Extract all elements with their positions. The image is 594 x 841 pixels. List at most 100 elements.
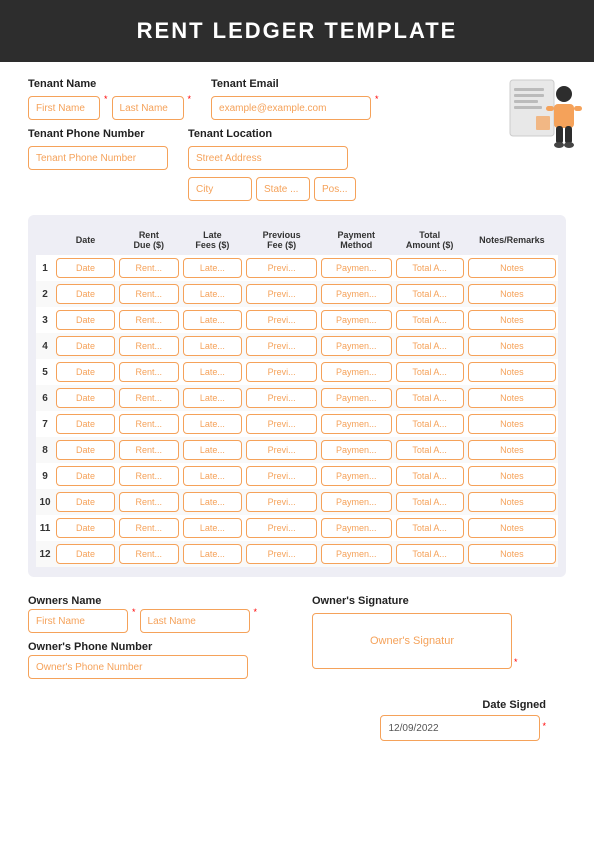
prev-input[interactable] [246, 518, 317, 538]
payment-input[interactable] [321, 258, 391, 278]
payment-input[interactable] [321, 544, 391, 564]
late-input[interactable] [183, 466, 243, 486]
date-input[interactable] [56, 544, 115, 564]
rent-input[interactable] [119, 388, 178, 408]
late-input[interactable] [183, 544, 243, 564]
rent-input[interactable] [119, 336, 178, 356]
payment-input[interactable] [321, 284, 391, 304]
notes-input[interactable] [468, 544, 556, 564]
total-input[interactable] [396, 388, 464, 408]
payment-input[interactable] [321, 362, 391, 382]
cell-date [54, 515, 117, 541]
notes-input[interactable] [468, 310, 556, 330]
date-input[interactable] [56, 284, 115, 304]
tenant-email-input[interactable] [211, 96, 371, 120]
date-input[interactable] [56, 258, 115, 278]
prev-input[interactable] [246, 440, 317, 460]
prev-input[interactable] [246, 414, 317, 434]
total-input[interactable] [396, 336, 464, 356]
owner-phone-input[interactable] [28, 655, 248, 679]
notes-input[interactable] [468, 518, 556, 538]
notes-input[interactable] [468, 336, 556, 356]
payment-input[interactable] [321, 310, 391, 330]
total-input[interactable] [396, 466, 464, 486]
late-input[interactable] [183, 492, 243, 512]
date-input[interactable] [56, 310, 115, 330]
prev-input[interactable] [246, 466, 317, 486]
table-row: 7 [36, 411, 558, 437]
late-input[interactable] [183, 336, 243, 356]
rent-input[interactable] [119, 362, 178, 382]
late-input[interactable] [183, 388, 243, 408]
payment-input[interactable] [321, 440, 391, 460]
prev-input[interactable] [246, 544, 317, 564]
rent-input[interactable] [119, 310, 178, 330]
total-input[interactable] [396, 310, 464, 330]
total-input[interactable] [396, 518, 464, 538]
tenant-city-input[interactable] [188, 177, 252, 201]
payment-input[interactable] [321, 518, 391, 538]
notes-input[interactable] [468, 492, 556, 512]
date-input[interactable] [56, 440, 115, 460]
notes-input[interactable] [468, 440, 556, 460]
payment-input[interactable] [321, 466, 391, 486]
date-input[interactable] [56, 336, 115, 356]
prev-input[interactable] [246, 388, 317, 408]
total-input[interactable] [396, 440, 464, 460]
total-input[interactable] [396, 544, 464, 564]
notes-input[interactable] [468, 258, 556, 278]
date-signed-input[interactable] [380, 715, 540, 741]
late-input[interactable] [183, 284, 243, 304]
email-required: * [375, 94, 379, 118]
late-input[interactable] [183, 362, 243, 382]
tenant-phone-input[interactable] [28, 146, 168, 170]
date-input[interactable] [56, 414, 115, 434]
rent-input[interactable] [119, 466, 178, 486]
prev-input[interactable] [246, 284, 317, 304]
date-input[interactable] [56, 388, 115, 408]
notes-input[interactable] [468, 284, 556, 304]
owner-last-name-input[interactable] [140, 609, 250, 633]
total-input[interactable] [396, 284, 464, 304]
prev-input[interactable] [246, 362, 317, 382]
date-input[interactable] [56, 466, 115, 486]
tenant-state-input[interactable] [256, 177, 310, 201]
total-input[interactable] [396, 492, 464, 512]
late-input[interactable] [183, 440, 243, 460]
prev-input[interactable] [246, 336, 317, 356]
prev-input[interactable] [246, 310, 317, 330]
late-input[interactable] [183, 414, 243, 434]
tenant-postal-input[interactable] [314, 177, 356, 201]
notes-input[interactable] [468, 362, 556, 382]
owner-first-name-input[interactable] [28, 609, 128, 633]
notes-input[interactable] [468, 414, 556, 434]
tenant-first-name-input[interactable] [28, 96, 100, 120]
payment-input[interactable] [321, 492, 391, 512]
date-input[interactable] [56, 492, 115, 512]
total-input[interactable] [396, 414, 464, 434]
payment-input[interactable] [321, 414, 391, 434]
prev-input[interactable] [246, 258, 317, 278]
rent-input[interactable] [119, 414, 178, 434]
rent-input[interactable] [119, 258, 178, 278]
late-input[interactable] [183, 258, 243, 278]
payment-input[interactable] [321, 336, 391, 356]
notes-input[interactable] [468, 388, 556, 408]
rent-input[interactable] [119, 518, 178, 538]
rent-input[interactable] [119, 440, 178, 460]
late-input[interactable] [183, 518, 243, 538]
total-input[interactable] [396, 362, 464, 382]
rent-input[interactable] [119, 284, 178, 304]
late-input[interactable] [183, 310, 243, 330]
rent-input[interactable] [119, 544, 178, 564]
date-input[interactable] [56, 362, 115, 382]
date-input[interactable] [56, 518, 115, 538]
prev-input[interactable] [246, 492, 317, 512]
signature-box[interactable]: Owner's Signatur [312, 613, 512, 669]
rent-input[interactable] [119, 492, 178, 512]
notes-input[interactable] [468, 466, 556, 486]
tenant-street-input[interactable] [188, 146, 348, 170]
total-input[interactable] [396, 258, 464, 278]
tenant-last-name-input[interactable] [112, 96, 184, 120]
payment-input[interactable] [321, 388, 391, 408]
